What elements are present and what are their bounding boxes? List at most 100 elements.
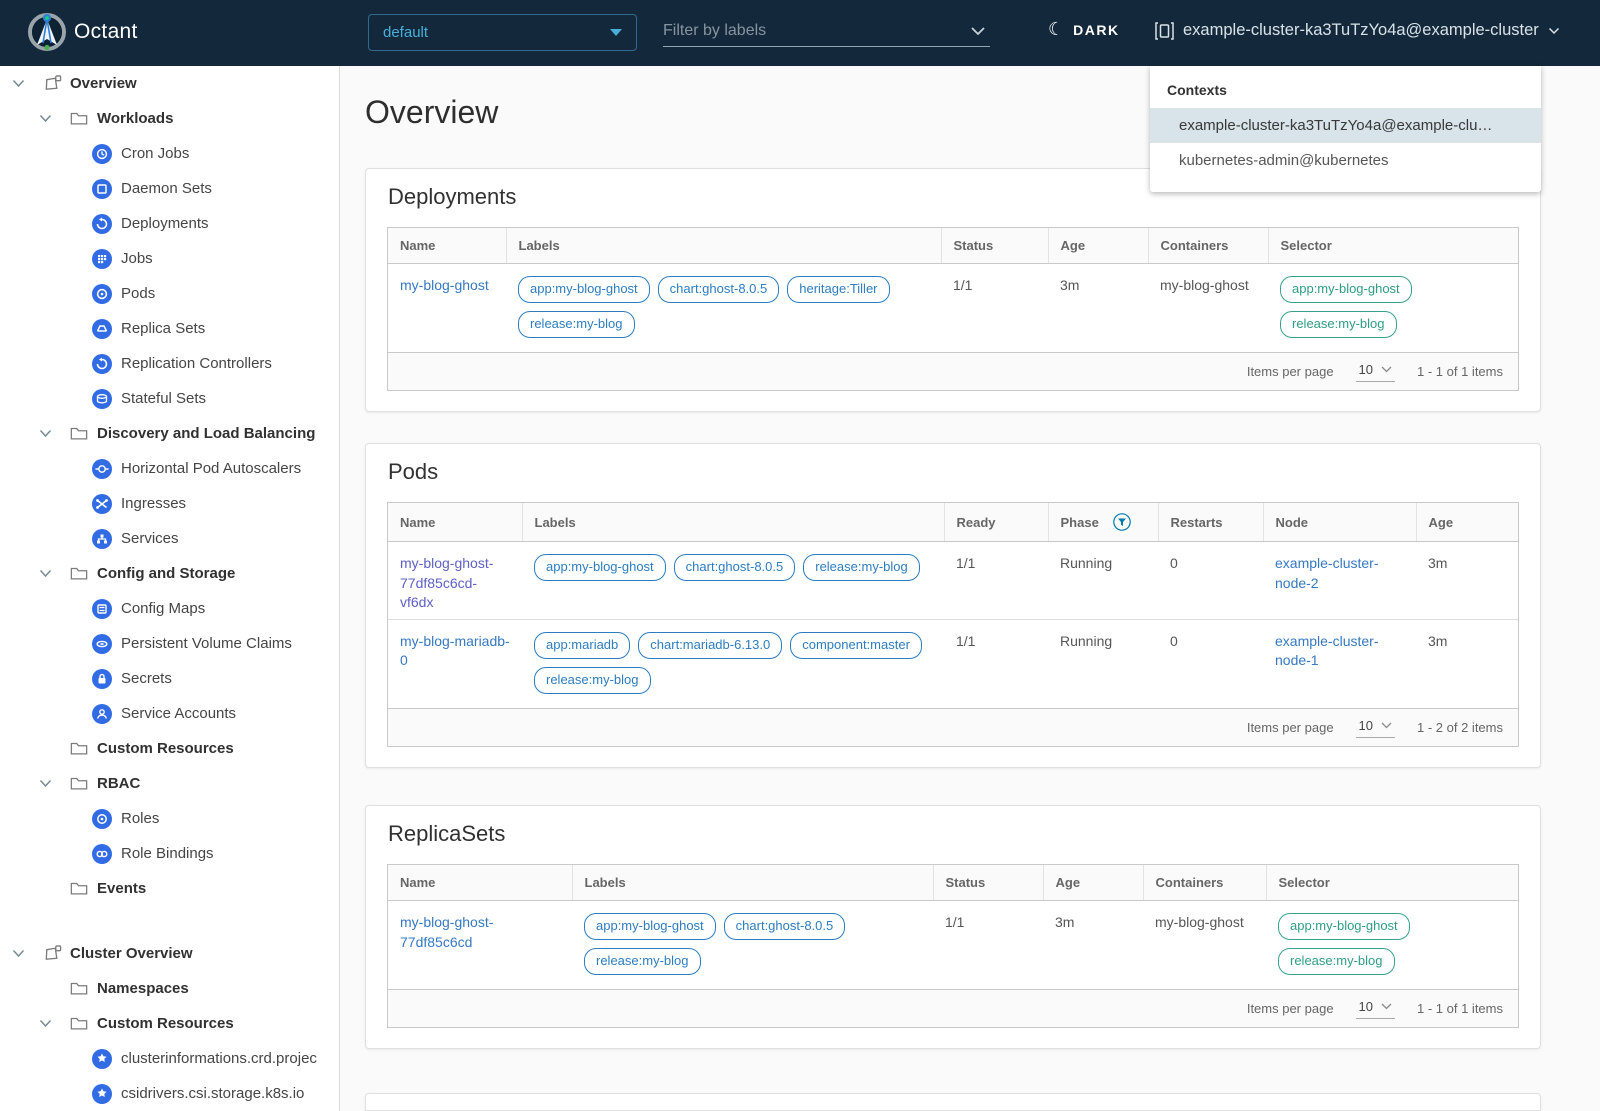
column-header-phase: Phase <box>1048 503 1159 542</box>
sidebar-item-label: Pods <box>121 285 156 302</box>
column-header-labels: Labels <box>506 228 942 264</box>
sidebar-item-label: csidrivers.csi.storage.k8s.io <box>121 1085 305 1102</box>
sidebar-item-label: Ingresses <box>121 495 187 512</box>
moon-icon: ☾ <box>1048 19 1065 40</box>
sidebar-item-secrets[interactable]: Secrets <box>0 661 339 696</box>
sidebar-item-persistent-volume-claims[interactable]: Persistent Volume Claims <box>0 626 339 661</box>
sidebar-item-label: Stateful Sets <box>121 390 207 407</box>
label-pill: release:my-blog <box>803 554 920 582</box>
label-pill: chart:mariadb-6.13.0 <box>638 631 783 659</box>
page-size-select[interactable]: 10 <box>1355 999 1396 1019</box>
page-size-select[interactable]: 10 <box>1355 362 1396 382</box>
persistent-volume-claims-icon <box>92 633 112 654</box>
sidebar-item-label: Deployments <box>121 215 209 232</box>
sidebar-item-replication-controllers[interactable]: Replication Controllers <box>0 346 339 381</box>
sidebar-item-replica-sets[interactable]: Replica Sets <box>0 311 339 346</box>
sidebar-item-rbac[interactable]: RBAC <box>0 766 339 801</box>
node-link[interactable]: example-cluster-node-1 <box>1275 633 1378 669</box>
column-header-status: Status <box>941 228 1049 264</box>
chevron-down-icon <box>1381 1003 1392 1010</box>
filter-icon[interactable] <box>1113 513 1131 531</box>
sidebar-item-label: Events <box>97 880 147 897</box>
replicasets-table: Name Labels Status Age Containers Select… <box>387 864 1519 1029</box>
phase-value: Running <box>1060 555 1113 571</box>
pod-link[interactable]: my-blog-ghost-77df85c6cd-vf6dx <box>400 555 493 610</box>
restarts-value: 0 <box>1170 555 1178 571</box>
column-header-name: Name <box>388 865 573 901</box>
deployments-icon <box>92 213 112 234</box>
column-header-name: Name <box>388 228 507 264</box>
replicasets-card-title: ReplicaSets <box>388 821 506 846</box>
table-pagination: Items per page 10 1 - 2 of 2 items <box>388 708 1518 747</box>
age-value: 3m <box>1428 632 1448 649</box>
theme-toggle[interactable]: ☾ DARK <box>1048 21 1120 39</box>
pods-table: Name Labels Ready Phase Restarts Node Ag… <box>387 502 1519 748</box>
sidebar-item-cluster-overview[interactable]: Cluster Overview <box>0 936 339 971</box>
sidebar-item-ingresses[interactable]: Ingresses <box>0 486 339 521</box>
sidebar-item-services[interactable]: Services <box>0 521 339 556</box>
label-pill: component:master <box>790 631 922 659</box>
deployment-link[interactable]: my-blog-ghost <box>400 277 489 293</box>
sidebar-item-discovery-and-load-balancing[interactable]: Discovery and Load Balancing <box>0 416 339 451</box>
ready-value: 1/1 <box>956 632 976 649</box>
sidebar-item-daemon-sets[interactable]: Daemon Sets <box>0 171 339 206</box>
cluster-icon <box>1155 21 1174 40</box>
sidebar-item-roles[interactable]: Roles <box>0 801 339 836</box>
label-pill: chart:ghost-8.0.5 <box>723 913 846 941</box>
column-header-selector: Selector <box>1266 865 1518 901</box>
column-header-containers: Containers <box>1148 228 1269 264</box>
sidebar-item-workloads[interactable]: Workloads <box>0 101 339 136</box>
sidebar-item-config-maps[interactable]: Config Maps <box>0 591 339 626</box>
chevron-down-icon <box>1381 366 1392 373</box>
sidebar-item-cron-jobs[interactable]: Cron Jobs <box>0 136 339 171</box>
ready-value: 1/1 <box>956 555 976 571</box>
label-pill: chart:ghost-8.0.5 <box>673 554 796 582</box>
chevron-down-icon[interactable] <box>37 429 53 438</box>
replicasets-card: ReplicaSets Name Labels Status Age Conta… <box>365 805 1541 1050</box>
chevron-down-icon[interactable] <box>970 26 986 36</box>
pod-link[interactable]: my-blog-mariadb-0 <box>400 633 510 669</box>
sidebar-item-stateful-sets[interactable]: Stateful Sets <box>0 381 339 416</box>
contexts-dropdown-title: Contexts <box>1167 82 1227 98</box>
selector-pill: release:my-blog <box>1278 948 1395 976</box>
sidebar-item-namespaces[interactable]: Namespaces <box>0 971 339 1006</box>
context-menu-item[interactable]: example-cluster-ka3TuTzYo4a@example-clu… <box>1150 108 1541 143</box>
context-switcher[interactable]: example-cluster-ka3TuTzYo4a@example-clus… <box>1155 21 1560 40</box>
chevron-down-icon[interactable] <box>37 1019 53 1028</box>
sidebar-section-gap <box>0 906 339 936</box>
status-value: 1/1 <box>945 914 965 930</box>
sidebar-item-events[interactable]: Events <box>0 871 339 906</box>
namespace-select[interactable]: default <box>368 14 637 51</box>
chevron-down-icon[interactable] <box>37 779 53 788</box>
sidebar-item-cluster-custom-resources[interactable]: Custom Resources <box>0 1006 339 1041</box>
service-accounts-icon <box>92 703 112 724</box>
sidebar-item-role-bindings[interactable]: Role Bindings <box>0 836 339 871</box>
table-row: my-blog-ghost app:my-blog-ghost chart:gh… <box>388 264 1518 353</box>
context-menu-item[interactable]: kubernetes-admin@kubernetes <box>1150 143 1541 178</box>
sidebar-item-overview[interactable]: Overview <box>0 66 339 101</box>
label-pill: release:my-blog <box>518 311 635 339</box>
chevron-down-icon[interactable] <box>10 949 26 958</box>
chevron-down-icon[interactable] <box>10 79 26 88</box>
sidebar-item-config-and-storage[interactable]: Config and Storage <box>0 556 339 591</box>
page-size-select[interactable]: 10 <box>1355 718 1396 738</box>
label-filter-input[interactable] <box>663 22 970 40</box>
chevron-down-icon[interactable] <box>37 114 53 123</box>
sidebar-item-custom-resources[interactable]: Custom Resources <box>0 731 339 766</box>
stateful-sets-icon <box>92 388 112 409</box>
node-link[interactable]: example-cluster-node-2 <box>1275 555 1378 591</box>
sidebar-item-clusterinformations[interactable]: clusterinformations.crd.projec <box>0 1041 339 1076</box>
chevron-down-icon[interactable] <box>37 569 53 578</box>
sidebar-item-jobs[interactable]: Jobs <box>0 241 339 276</box>
sidebar-item-csidrivers[interactable]: csidrivers.csi.storage.k8s.io <box>0 1076 339 1111</box>
label-filter[interactable] <box>663 16 990 47</box>
config-maps-icon <box>92 598 112 619</box>
sidebar-item-deployments[interactable]: Deployments <box>0 206 339 241</box>
custom-resource-icon <box>92 1083 112 1104</box>
sidebar-item-horizontal-pod-autoscalers[interactable]: Horizontal Pod Autoscalers <box>0 451 339 486</box>
sidebar-item-pods[interactable]: Pods <box>0 276 339 311</box>
pods-card: Pods Name Labels Ready Phase Restarts No… <box>365 443 1541 769</box>
replicaset-link[interactable]: my-blog-ghost-77df85c6cd <box>400 914 493 950</box>
custom-resource-icon <box>92 1048 112 1069</box>
sidebar-item-service-accounts[interactable]: Service Accounts <box>0 696 339 731</box>
